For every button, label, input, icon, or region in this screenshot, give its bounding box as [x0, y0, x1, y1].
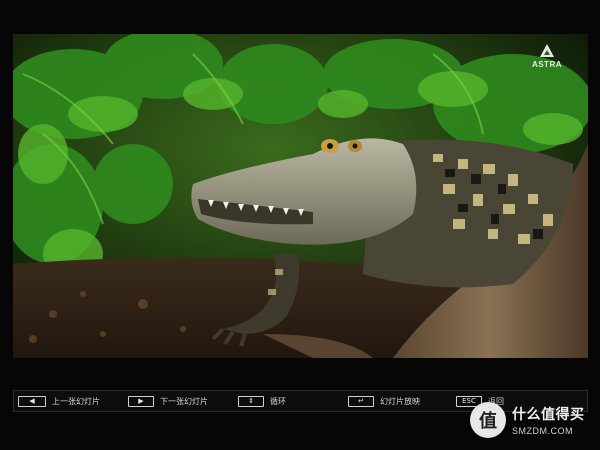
projector-screen: ASTRA ◀ 上一张幻灯片 ▶ 下一张幻灯片 ⇕ 循环 ↵ 幻灯片放映 ESC…: [0, 0, 600, 450]
loop-label: 循环: [270, 396, 286, 406]
loop-control[interactable]: ⇕ 循环: [238, 391, 348, 411]
smzdm-text: 什么值得买 SMZDM.COM: [512, 404, 585, 436]
caiman-photo: [13, 34, 588, 358]
smzdm-logo-icon: 值: [470, 402, 506, 438]
astra-logo-text: ASTRA: [531, 60, 562, 69]
slideshow-play-control[interactable]: ↵ 幻灯片放映: [348, 391, 456, 411]
slideshow-play-label: 幻灯片放映: [380, 396, 420, 406]
up-down-key-icon: ⇕: [238, 395, 264, 407]
smzdm-watermark: 值 什么值得买 SMZDM.COM: [470, 398, 595, 442]
astra-logo: ASTRA: [532, 44, 562, 69]
right-arrow-key-icon: ▶: [128, 395, 154, 407]
smzdm-name: 什么值得买: [512, 407, 585, 423]
enter-key-icon: ↵: [348, 395, 374, 407]
previous-slide-control[interactable]: ◀ 上一张幻灯片: [18, 391, 128, 411]
next-slide-control[interactable]: ▶ 下一张幻灯片: [128, 391, 238, 411]
smzdm-site: SMZDM.COM: [512, 426, 573, 436]
left-arrow-key-icon: ◀: [18, 395, 46, 407]
slideshow-photo: ASTRA: [13, 34, 588, 358]
previous-slide-label: 上一张幻灯片: [52, 396, 100, 406]
astra-logo-icon: [539, 44, 554, 57]
next-slide-label: 下一张幻灯片: [160, 396, 208, 406]
